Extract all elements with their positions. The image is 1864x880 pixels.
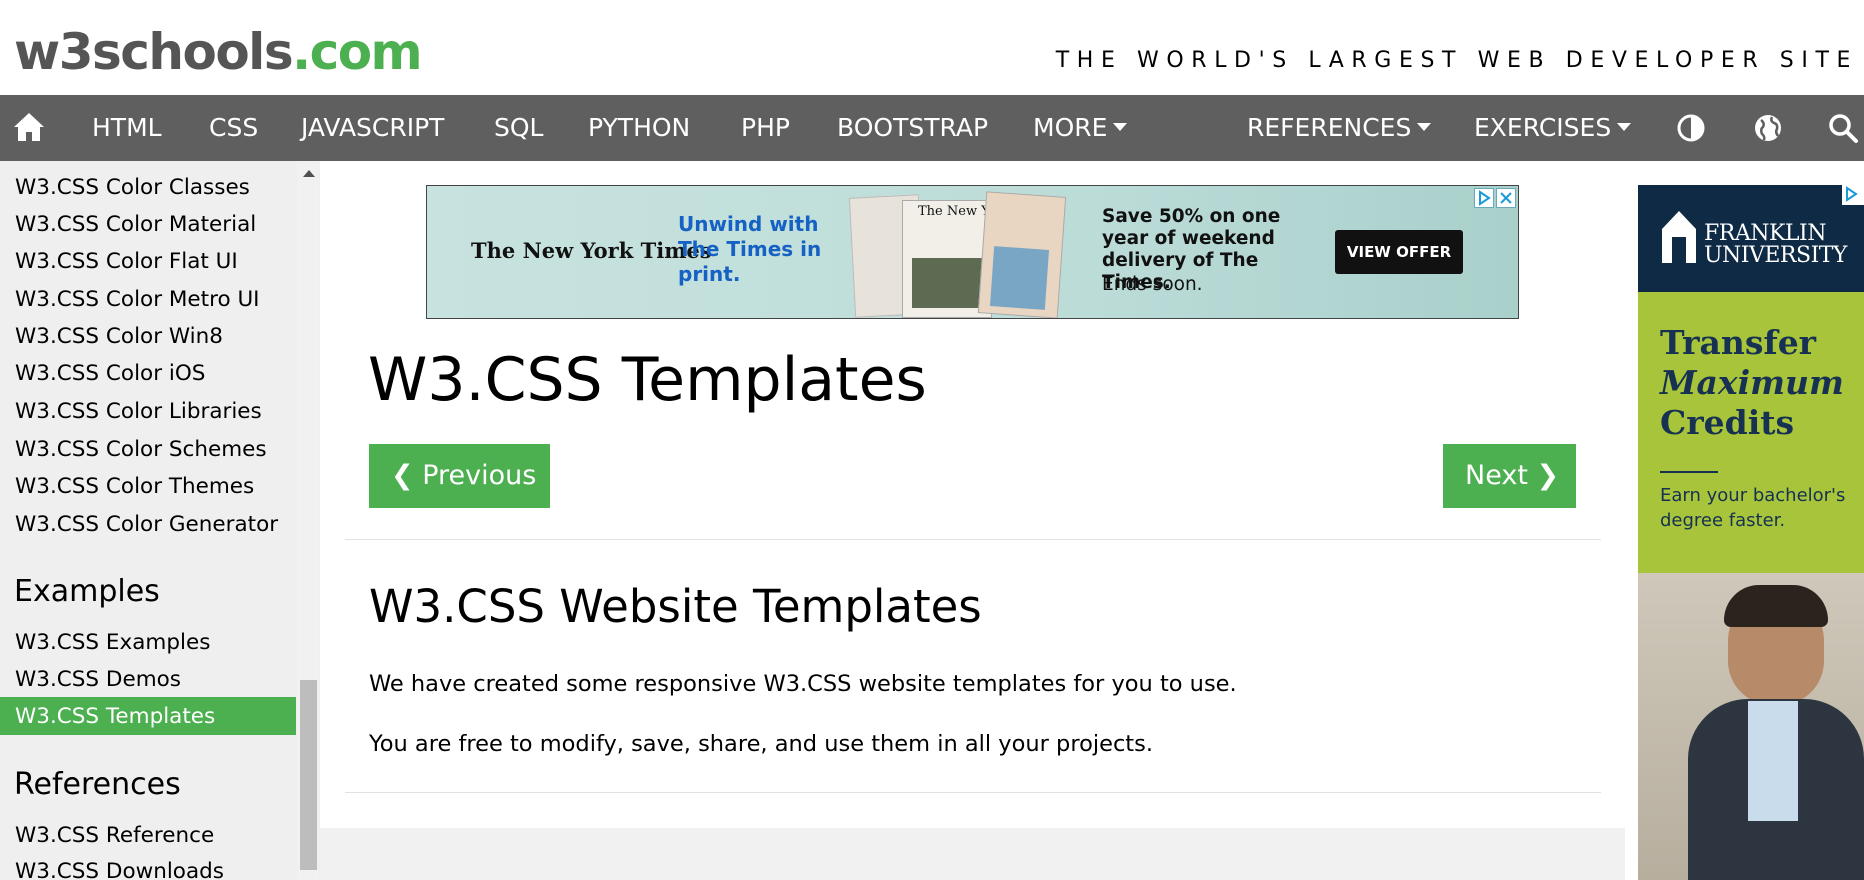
sidebar-item-color-generator[interactable]: W3.CSS Color Generator	[15, 512, 278, 537]
next-button[interactable]: Next ❯	[1443, 444, 1576, 508]
sidebar-heading-examples: Examples	[14, 574, 160, 609]
top-header: w3schools.com THE WORLD'S LARGEST WEB DE…	[0, 0, 1864, 95]
nav-more[interactable]: MORE	[1033, 95, 1128, 161]
sidebar-item-color-ios[interactable]: W3.CSS Color iOS	[15, 361, 205, 386]
chevron-down-icon	[1617, 123, 1632, 131]
ad-franklin-header: FRANKLIN UNIVERSITY	[1638, 185, 1864, 292]
previous-button[interactable]: ❮ Previous	[369, 444, 550, 508]
ad-franklin-brand: FRANKLIN UNIVERSITY	[1704, 221, 1847, 268]
ad-nyt-subtext: Ends soon.	[1102, 274, 1203, 295]
nav-exercises[interactable]: EXERCISES	[1474, 95, 1632, 161]
ad-banner-nyt[interactable]: The New York Times Unwind with The Times…	[426, 185, 1519, 319]
ad-nyt-brand: The New York Times	[471, 238, 712, 263]
logo[interactable]: w3schools.com	[14, 22, 423, 82]
chevron-down-icon	[1417, 123, 1432, 131]
sidebar-item-templates-label: W3.CSS Templates	[15, 704, 216, 729]
nav-references[interactable]: REFERENCES	[1247, 95, 1432, 161]
sidebar-item-color-themes[interactable]: W3.CSS Color Themes	[15, 474, 254, 499]
divider	[345, 539, 1601, 540]
sidebar-item-color-win8[interactable]: W3.CSS Color Win8	[15, 324, 223, 349]
sidebar-scrollbar-thumb[interactable]	[300, 680, 317, 870]
divider	[345, 792, 1601, 793]
scroll-up-arrow-icon[interactable]	[303, 170, 315, 177]
nav-javascript[interactable]: JAVASCRIPT	[301, 95, 444, 161]
home-icon[interactable]	[12, 110, 46, 144]
search-icon[interactable]	[1826, 111, 1860, 145]
globe-icon[interactable]	[1751, 111, 1785, 145]
ad-franklin-line2: Maximum	[1660, 363, 1844, 402]
nav-references-label: REFERENCES	[1247, 113, 1412, 142]
sidebar-item-color-material[interactable]: W3.CSS Color Material	[15, 212, 256, 237]
nav-html[interactable]: HTML	[92, 95, 162, 161]
contrast-icon[interactable]	[1674, 111, 1708, 145]
sidebar-item-color-metro-ui[interactable]: W3.CSS Color Metro UI	[15, 287, 260, 312]
ad-nyt-headline: Unwind with The Times in print.	[678, 212, 822, 286]
paragraph-intro: We have created some responsive W3.CSS w…	[369, 671, 1237, 697]
nav-php[interactable]: PHP	[741, 95, 790, 161]
sidebar-item-downloads[interactable]: W3.CSS Downloads	[15, 859, 224, 880]
sidebar-item-color-flat-ui[interactable]: W3.CSS Color Flat UI	[15, 249, 238, 274]
logo-tld: .com	[292, 23, 423, 81]
ad-franklin-line1: Transfer	[1660, 323, 1817, 362]
nav-css[interactable]: CSS	[209, 95, 258, 161]
adchoices-icon[interactable]	[1842, 185, 1864, 205]
page-title: W3.CSS Templates	[368, 345, 927, 415]
sidebar-item-templates-active[interactable]: W3.CSS Templates	[0, 697, 296, 735]
ad-newspaper-image: The New York Times	[842, 188, 1067, 318]
franklin-logo-icon	[1662, 211, 1696, 263]
adchoices-icon[interactable]	[1474, 188, 1494, 208]
nav-python[interactable]: PYTHON	[588, 95, 690, 161]
sidebar-item-reference[interactable]: W3.CSS Reference	[15, 823, 214, 848]
ad-skyscraper-franklin[interactable]: FRANKLIN UNIVERSITY Transfer Maximum Cre…	[1638, 185, 1864, 880]
nav-sql[interactable]: SQL	[494, 95, 543, 161]
logo-main: w3schools	[14, 23, 294, 81]
nav-bootstrap[interactable]: BOOTSTRAP	[837, 95, 988, 161]
ad-franklin-line3: Credits	[1660, 403, 1795, 442]
chevron-down-icon	[1113, 123, 1128, 131]
nav-exercises-label: EXERCISES	[1474, 113, 1612, 142]
ad-franklin-sub: Earn your bachelor's degree faster.	[1660, 485, 1846, 531]
sidebar-heading-references: References	[14, 767, 181, 802]
sidebar-item-color-schemes[interactable]: W3.CSS Color Schemes	[15, 437, 267, 462]
top-nav: HTML CSS JAVASCRIPT SQL PYTHON PHP BOOTS…	[0, 95, 1864, 161]
ad-franklin-photo	[1638, 573, 1864, 880]
tagline: THE WORLD'S LARGEST WEB DEVELOPER SITE	[1055, 48, 1858, 73]
ad-close-icon[interactable]	[1496, 188, 1516, 208]
nav-more-label: MORE	[1033, 113, 1108, 142]
section-title: W3.CSS Website Templates	[369, 580, 982, 633]
content-footer	[320, 828, 1625, 880]
sidebar-item-examples[interactable]: W3.CSS Examples	[15, 630, 210, 655]
ad-franklin-rule	[1660, 471, 1718, 473]
sidebar-item-color-classes[interactable]: W3.CSS Color Classes	[15, 175, 250, 200]
sidebar-item-demos[interactable]: W3.CSS Demos	[15, 667, 181, 692]
ad-view-offer-button[interactable]: VIEW OFFER	[1335, 230, 1463, 274]
sidebar: W3.CSS Color Classes W3.CSS Color Materi…	[0, 161, 320, 880]
paragraph-usage: You are free to modify, save, share, and…	[369, 731, 1154, 757]
sidebar-item-color-libraries[interactable]: W3.CSS Color Libraries	[15, 399, 262, 424]
